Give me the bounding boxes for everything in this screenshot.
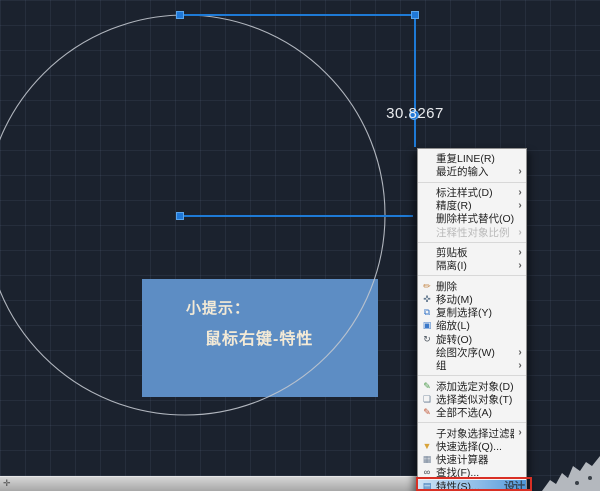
- add-selected-icon: ✎: [418, 380, 436, 393]
- select-similar-icon: ❏: [418, 393, 436, 406]
- menu-item-move[interactable]: ✜移动(M): [418, 293, 526, 306]
- menu-item-clipboard[interactable]: 剪贴板›: [418, 246, 526, 259]
- grip-top-right[interactable]: [412, 12, 419, 19]
- menu-item-scale[interactable]: ▣缩放(L): [418, 319, 526, 332]
- context-menu: 重复LINE(R)最近的输入›标注样式(D)›精度(R)›删除样式替代(O)注释…: [417, 148, 527, 491]
- menu-item-isolate[interactable]: 隔离(I)›: [418, 259, 526, 272]
- submenu-arrow-icon: ›: [514, 360, 526, 371]
- grip-top-left[interactable]: [177, 12, 184, 19]
- quick-select-icon: ▼: [418, 440, 436, 453]
- deselect-all-icon: ✎: [418, 406, 436, 419]
- menu-item-select-similar[interactable]: ❏选择类似对象(T): [418, 393, 526, 406]
- menu-item-label: 注释性对象比例: [436, 225, 514, 240]
- eraser-icon: ✏: [418, 280, 436, 293]
- menu-item-draw-order[interactable]: 绘图次序(W)›: [418, 346, 526, 359]
- menu-item-quick-calculator[interactable]: ▦快速计算器: [418, 453, 526, 466]
- corner-jagged-shape: [540, 455, 600, 491]
- rotate-icon: ↻: [418, 333, 436, 346]
- player-icon: ✛: [3, 478, 11, 489]
- menu-item-erase[interactable]: ✏删除: [418, 279, 526, 292]
- submenu-arrow-icon: ›: [514, 200, 526, 211]
- menu-item-annotative-object-scale[interactable]: 注释性对象比例›: [418, 225, 526, 238]
- menu-item-copy-selection[interactable]: ⧉复制选择(Y): [418, 306, 526, 319]
- scale-icon: ▣: [418, 319, 436, 332]
- menu-item-group[interactable]: 组›: [418, 359, 526, 372]
- menu-item-deselect-all[interactable]: ✎全部不选(A): [418, 406, 526, 419]
- menu-item-recent-input[interactable]: 最近的输入›: [418, 165, 526, 178]
- menu-item-remove-style-override[interactable]: 删除样式替代(O): [418, 212, 526, 225]
- drawing-canvas[interactable]: 小提示： 鼠标右键-特性 30.8267 ✛ 重复LINE(R)最近的输入›标注…: [0, 0, 600, 491]
- move-icon: ✜: [418, 293, 436, 306]
- submenu-arrow-icon: ›: [514, 260, 526, 271]
- dimension-value[interactable]: 30.8267: [378, 105, 452, 122]
- red-callout-box: [416, 477, 532, 491]
- menu-item-label: 组: [436, 358, 514, 373]
- submenu-arrow-icon: ›: [514, 247, 526, 258]
- menu-item-label: 全部不选(A): [436, 405, 514, 420]
- submenu-arrow-icon: ›: [514, 427, 526, 438]
- grip-bottom-left[interactable]: [177, 213, 184, 220]
- calculator-icon: ▦: [418, 453, 436, 466]
- submenu-arrow-icon: ›: [514, 166, 526, 177]
- submenu-arrow-icon: ›: [514, 187, 526, 198]
- bottom-progress-bar[interactable]: ✛: [0, 476, 417, 491]
- jagged-speck: [588, 476, 592, 480]
- menu-item-rotate[interactable]: ↻旋转(O): [418, 333, 526, 346]
- menu-item-dimension-style[interactable]: 标注样式(D)›: [418, 186, 526, 199]
- submenu-arrow-icon: ›: [514, 347, 526, 358]
- menu-item-precision[interactable]: 精度(R)›: [418, 199, 526, 212]
- jagged-speck: [575, 481, 579, 485]
- jagged-mountain-shape: [542, 456, 600, 491]
- menu-item-quick-select[interactable]: ▼快速选择(Q)...: [418, 440, 526, 453]
- menu-item-label: 最近的输入: [436, 164, 514, 179]
- menu-item-add-selected[interactable]: ✎添加选定对象(D): [418, 379, 526, 392]
- menu-item-label: 隔离(I): [436, 258, 514, 273]
- menu-item-subobject-selection-filter[interactable]: 子对象选择过滤器›: [418, 426, 526, 439]
- menu-item-repeat-line[interactable]: 重复LINE(R): [418, 152, 526, 165]
- copy-icon: ⧉: [418, 306, 436, 319]
- submenu-arrow-icon: ›: [514, 227, 526, 238]
